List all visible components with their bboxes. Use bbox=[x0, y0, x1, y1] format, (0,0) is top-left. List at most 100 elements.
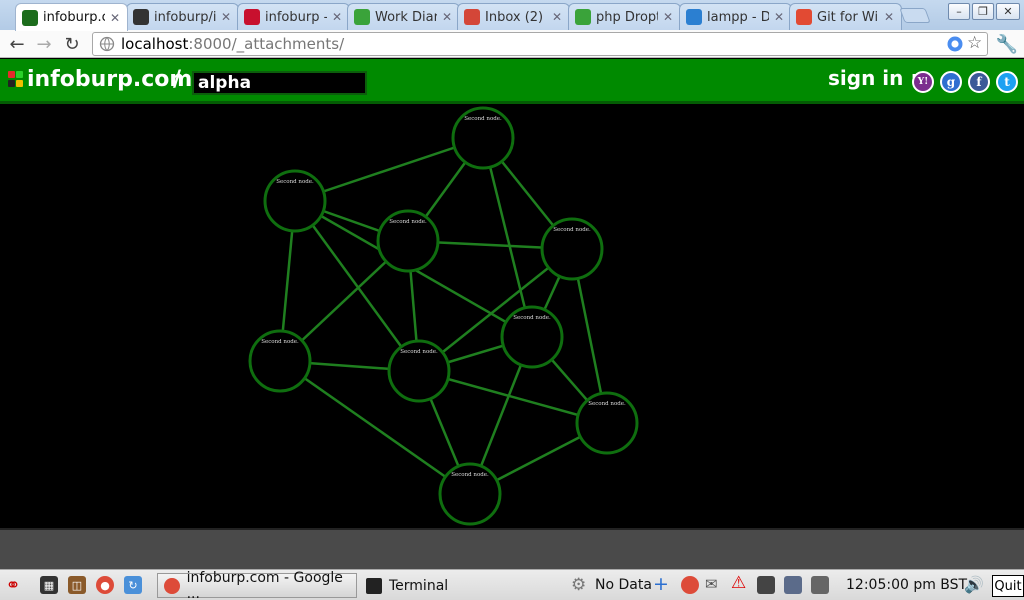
record-icon bbox=[244, 9, 260, 25]
browser-tab[interactable]: Work Diar ✕ bbox=[347, 3, 460, 30]
site-header: infoburp.com / sign in : Y! g f t bbox=[0, 59, 1024, 104]
sign-in-label: sign in : bbox=[828, 66, 919, 90]
chrome-launcher-icon[interactable]: ● bbox=[96, 576, 114, 594]
browser-tab[interactable]: php Dropt ✕ bbox=[568, 3, 681, 30]
facebook-sign-in-button[interactable]: f bbox=[968, 71, 990, 93]
reload-button[interactable]: ↻ bbox=[60, 33, 84, 55]
refresh-launcher-icon[interactable]: ↻ bbox=[124, 576, 142, 594]
taskbar-item-label: infoburp.com - Google ... bbox=[186, 569, 343, 600]
forward-button[interactable]: → bbox=[32, 33, 56, 55]
debian-menu-icon[interactable]: ⚭ bbox=[4, 575, 22, 596]
quit-button[interactable]: Quit bbox=[992, 575, 1024, 597]
yahoo-sign-in-button[interactable]: Y! bbox=[912, 71, 934, 93]
graph-canvas[interactable]: Second node. Second node. Second node. Seco… bbox=[0, 104, 1024, 528]
graph-node[interactable]: Second node. bbox=[540, 217, 604, 281]
back-button[interactable]: ← bbox=[5, 33, 29, 55]
terminal-launcher-icon[interactable]: ▦ bbox=[40, 576, 58, 594]
tab-close-icon[interactable]: ✕ bbox=[441, 10, 453, 24]
path-separator: / bbox=[173, 67, 182, 92]
back-arrow-icon: ← bbox=[9, 33, 25, 55]
gmail-icon bbox=[464, 9, 480, 25]
git-icon bbox=[796, 9, 812, 25]
taskbar-item-terminal[interactable]: Terminal bbox=[360, 573, 540, 598]
browser-tab[interactable]: infoburp/i ✕ bbox=[126, 3, 239, 30]
room-name-input[interactable] bbox=[192, 71, 367, 95]
infoburp-logo-icon bbox=[8, 71, 23, 88]
battery-icon[interactable] bbox=[811, 576, 829, 594]
tab-close-icon[interactable]: ✕ bbox=[662, 10, 674, 24]
wrench-menu-button[interactable]: 🔧 bbox=[995, 33, 1019, 55]
graph-node[interactable]: Second node. bbox=[263, 169, 327, 233]
add-icon[interactable]: + bbox=[653, 573, 669, 595]
minimize-button[interactable]: – bbox=[948, 3, 970, 20]
tab-label: php Dropt bbox=[596, 9, 658, 25]
reload-icon: ↻ bbox=[64, 33, 80, 55]
tab-label: infoburp - bbox=[265, 9, 327, 25]
node-graph[interactable]: Second node. Second node. Second node. Seco… bbox=[0, 104, 1024, 528]
browser-tab[interactable]: lampp - D ✕ bbox=[679, 3, 792, 30]
graph-node[interactable]: Second node. bbox=[575, 391, 639, 455]
maximize-button[interactable]: ❐ bbox=[972, 3, 994, 20]
tab-label: Work Diar bbox=[375, 9, 437, 25]
tab-close-icon[interactable]: ✕ bbox=[773, 10, 785, 24]
desktop-taskbar: ⚭ ▦ ◫ ● ↻ infoburp.com - Google ... Term… bbox=[0, 569, 1024, 600]
weather-gear-icon[interactable]: ⚙ bbox=[571, 575, 586, 595]
site-name[interactable]: infoburp.com bbox=[27, 67, 192, 92]
file-manager-launcher-icon[interactable]: ◫ bbox=[68, 576, 86, 594]
tab-label: Inbox (2) bbox=[485, 9, 544, 25]
odesk-icon bbox=[354, 9, 370, 25]
device-icon[interactable] bbox=[784, 576, 802, 594]
tab-label: infoburp/i bbox=[154, 9, 216, 25]
new-tab-button[interactable] bbox=[899, 8, 931, 23]
graph-node-label: Second node. bbox=[276, 179, 314, 185]
clock[interactable]: 12:05:00 pm BST bbox=[846, 577, 967, 593]
tab-close-icon[interactable]: ✕ bbox=[109, 11, 121, 25]
browser-tab[interactable]: infoburp - ✕ bbox=[237, 3, 350, 30]
graph-node-label: Second node. bbox=[451, 472, 489, 478]
volume-icon[interactable]: 🔊 bbox=[964, 575, 984, 594]
odesk-icon bbox=[575, 9, 591, 25]
google-icon: g bbox=[946, 75, 956, 89]
tab-close-icon[interactable]: ✕ bbox=[883, 10, 895, 24]
weather-status-text: No Data bbox=[595, 577, 652, 593]
browser-tab[interactable]: infoburp.c ✕ bbox=[15, 3, 128, 31]
graph-node[interactable]: Second node. bbox=[438, 462, 502, 526]
chrome-tray-icon[interactable] bbox=[681, 576, 699, 594]
graph-node-label: Second node. bbox=[400, 349, 438, 355]
tab-close-icon[interactable]: ✕ bbox=[331, 10, 343, 24]
tab-close-icon[interactable]: ✕ bbox=[551, 10, 563, 24]
close-window-button[interactable]: ✕ bbox=[996, 3, 1020, 20]
warning-icon[interactable]: ⚠ bbox=[731, 573, 746, 593]
graph-node[interactable]: Second node. bbox=[451, 106, 515, 170]
taskbar-item-chrome[interactable]: infoburp.com - Google ... bbox=[157, 569, 357, 600]
network-icon[interactable]: ✉ bbox=[705, 575, 718, 593]
facebook-icon: f bbox=[976, 75, 982, 89]
browser-toolbar: ← → ↻ localhost:8000/_attachments/ ☆ 🔧 bbox=[0, 30, 1024, 58]
google-sign-in-button[interactable]: g bbox=[940, 71, 962, 93]
url-path: :8000/_attachments/ bbox=[188, 35, 345, 53]
browser-tab[interactable]: Inbox (2) ✕ bbox=[457, 3, 570, 30]
graph-node[interactable]: Second node. bbox=[500, 305, 564, 369]
github-icon bbox=[133, 9, 149, 25]
tab-label: lampp - D bbox=[707, 9, 769, 25]
yahoo-icon: Y! bbox=[917, 77, 929, 87]
browser-tab[interactable]: Git for Wir ✕ bbox=[789, 3, 902, 30]
graph-node[interactable]: Second node. bbox=[376, 209, 440, 273]
chrome-icon bbox=[164, 577, 180, 594]
bottom-panel bbox=[0, 528, 1024, 569]
address-bar[interactable]: localhost:8000/_attachments/ ☆ bbox=[92, 32, 988, 56]
google-search-icon[interactable] bbox=[946, 35, 964, 53]
bookmark-star-icon[interactable]: ☆ bbox=[967, 33, 982, 53]
graph-node-label: Second node. bbox=[553, 227, 591, 233]
graph-node-label: Second node. bbox=[261, 339, 299, 345]
graph-node-label: Second node. bbox=[389, 219, 427, 225]
wrench-icon: 🔧 bbox=[995, 33, 1019, 55]
dropbox-icon bbox=[686, 9, 702, 25]
tab-label: Git for Wir bbox=[817, 9, 879, 25]
twitter-sign-in-button[interactable]: t bbox=[996, 71, 1018, 93]
graph-node[interactable]: Second node. bbox=[387, 339, 451, 403]
graph-node[interactable]: Second node. bbox=[248, 329, 312, 393]
tab-close-icon[interactable]: ✕ bbox=[220, 10, 232, 24]
graph-node-label: Second node. bbox=[513, 315, 551, 321]
display-icon[interactable] bbox=[757, 576, 775, 594]
